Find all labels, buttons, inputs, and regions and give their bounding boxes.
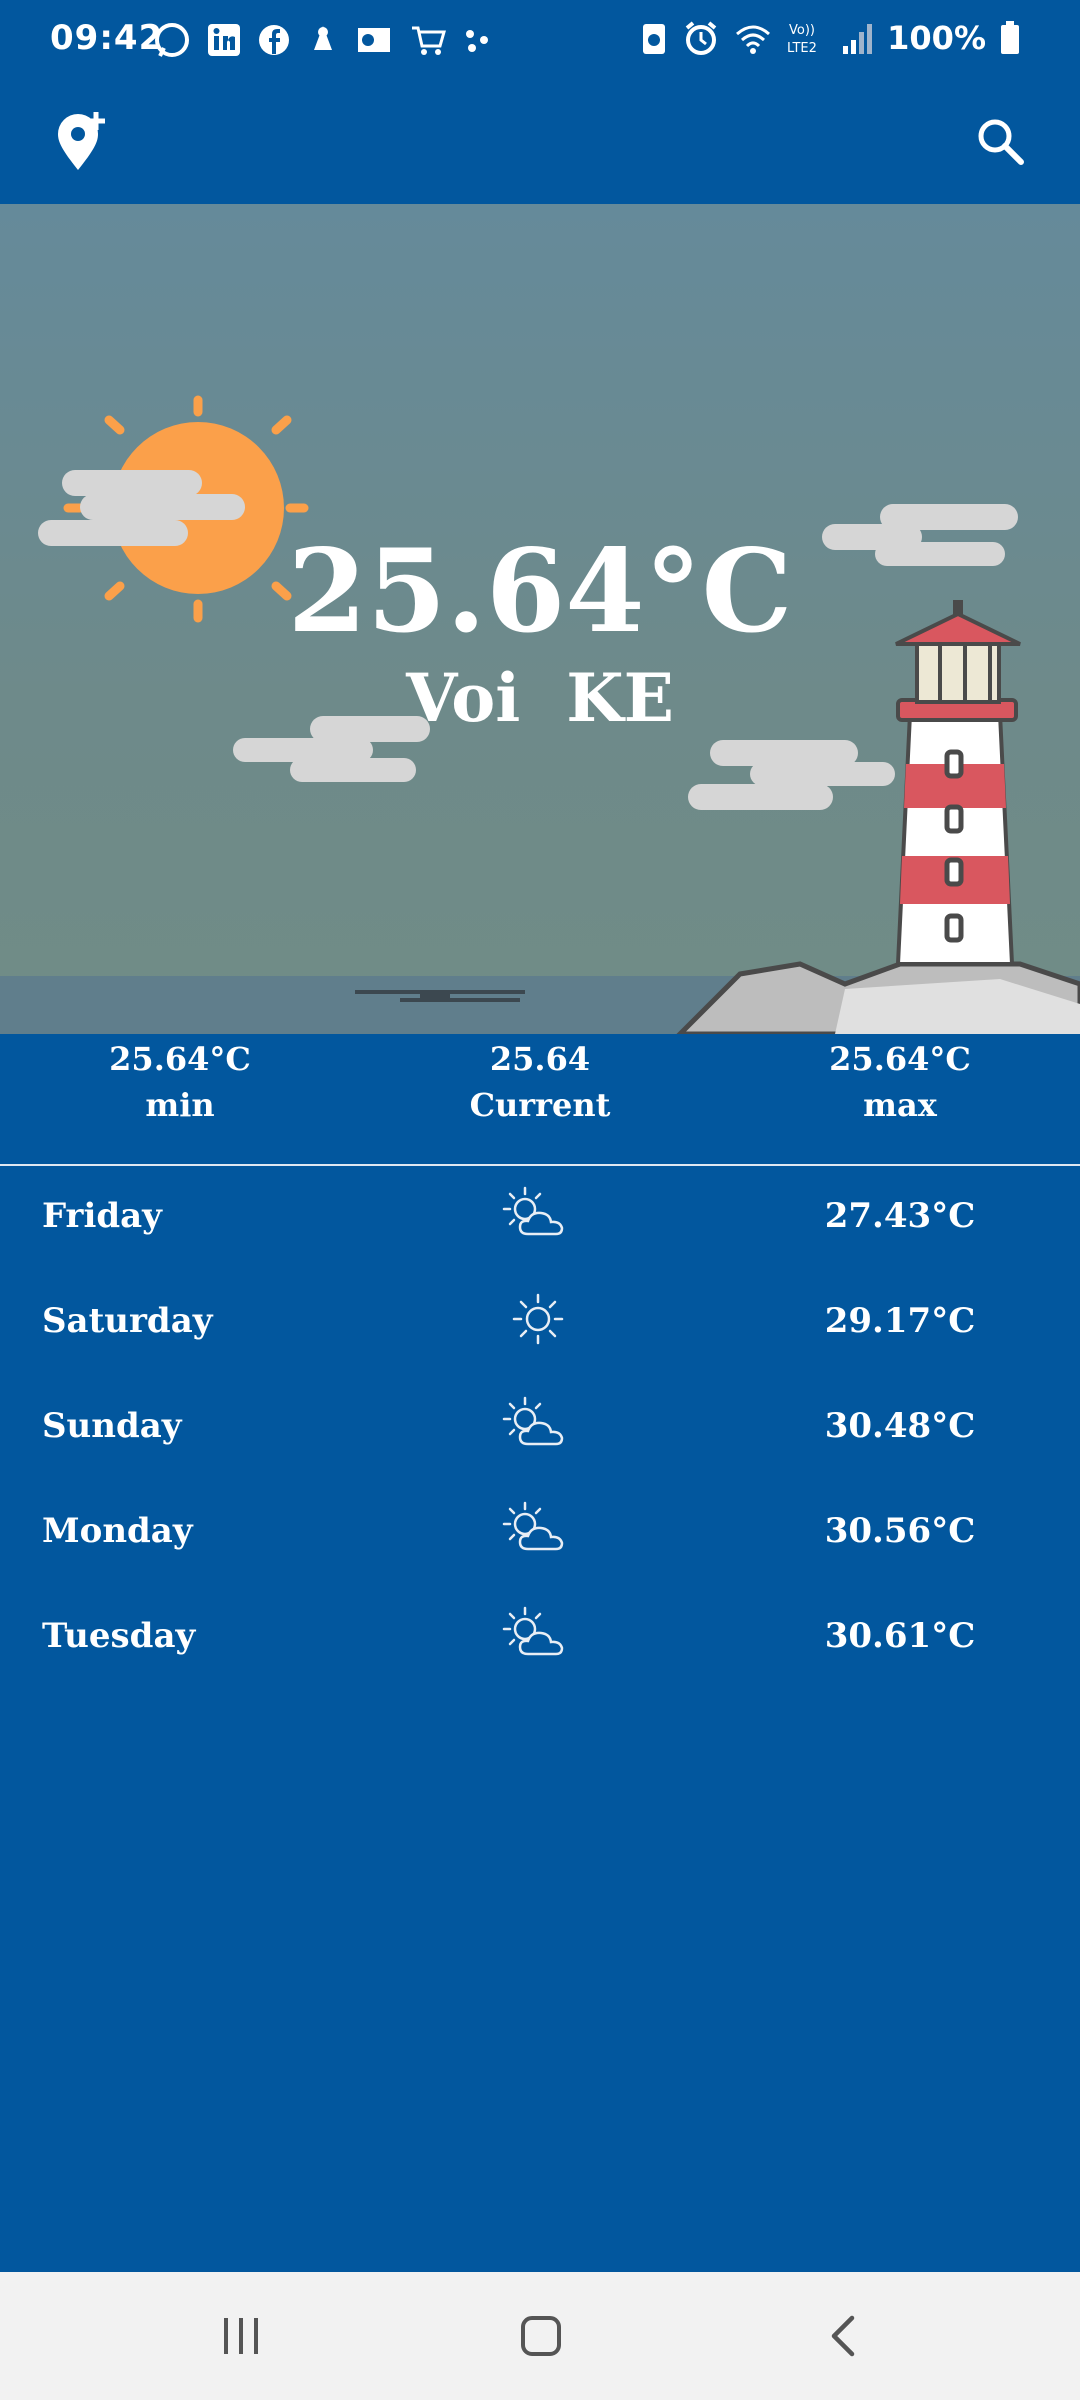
current-label: Current [469,1086,611,1124]
linkedin-icon [208,24,240,56]
location-name: Voi KE [406,659,674,737]
forecast-day: Saturday [42,1301,213,1341]
outlook-icon [358,28,390,52]
forecast-temp: 30.61°C [824,1616,976,1656]
forecast-day: Monday [42,1511,193,1551]
max-temperature: 25.64°C max [750,1036,1050,1128]
forecast-day: Friday [42,1196,162,1236]
alarm-icon [685,21,717,55]
svg-text:Vo)): Vo)) [789,23,815,38]
min-label: min [145,1086,215,1124]
forecast-row[interactable]: Sunday 30.48°C [0,1376,1080,1481]
app-bar [0,80,1080,204]
forecast-day: Sunday [42,1406,182,1446]
current-temperature: 25.64°C [287,524,793,658]
forecast-temp: 30.48°C [824,1406,976,1446]
sun-icon [512,1293,564,1345]
svg-text:LTE2: LTE2 [787,41,817,56]
weather-hero: 25.64°C Voi KE [0,204,1080,1034]
app-icon [314,26,332,50]
max-label: max [863,1086,937,1124]
forecast-temp: 30.56°C [824,1511,976,1551]
min-value: 25.64°C [109,1040,251,1078]
system-nav-bar [0,2272,1080,2400]
recent-apps-icon[interactable] [218,2314,264,2358]
forecast-row[interactable]: Friday 27.43°C [0,1166,1080,1271]
status-time: 09:42 [50,18,164,58]
add-location-icon[interactable] [52,110,112,174]
current-value: 25.64 [489,1040,591,1078]
cart-icon [412,26,446,55]
signal-icon [843,24,873,54]
forecast-row[interactable]: Tuesday 30.61°C [0,1586,1080,1691]
partly-cloudy-icon [502,1606,564,1656]
forecast-temp: 27.43°C [824,1196,976,1236]
search-icon[interactable] [975,116,1027,168]
partly-cloudy-icon [502,1396,564,1446]
whatsapp-icon [155,23,189,57]
notification-icons [152,20,496,60]
volte-icon: Vo)) LTE2 [787,23,817,56]
current-temperature-summary: 25.64 Current [390,1036,690,1128]
forecast-row[interactable]: Saturday 29.17°C [0,1271,1080,1376]
battery-icon [1001,21,1019,54]
battery-saver-icon [643,24,666,54]
partly-cloudy-icon [502,1501,564,1551]
partly-cloudy-icon [502,1186,564,1236]
facebook-icon [259,25,289,55]
min-temperature: 25.64°C min [30,1036,330,1128]
back-icon[interactable] [824,2314,864,2358]
max-value: 25.64°C [829,1040,971,1078]
dots-icon [466,30,488,52]
wifi-icon [736,25,771,54]
forecast-temp: 29.17°C [824,1301,976,1341]
status-bar: 09:42 Vo)) LTE2 100% [0,0,1080,80]
forecast-row[interactable]: Monday 30.56°C [0,1481,1080,1586]
system-icons: Vo)) LTE2 100% [639,18,1022,58]
battery-percentage: 100% [887,19,986,57]
forecast-day: Tuesday [42,1616,196,1656]
home-icon[interactable] [518,2314,564,2358]
